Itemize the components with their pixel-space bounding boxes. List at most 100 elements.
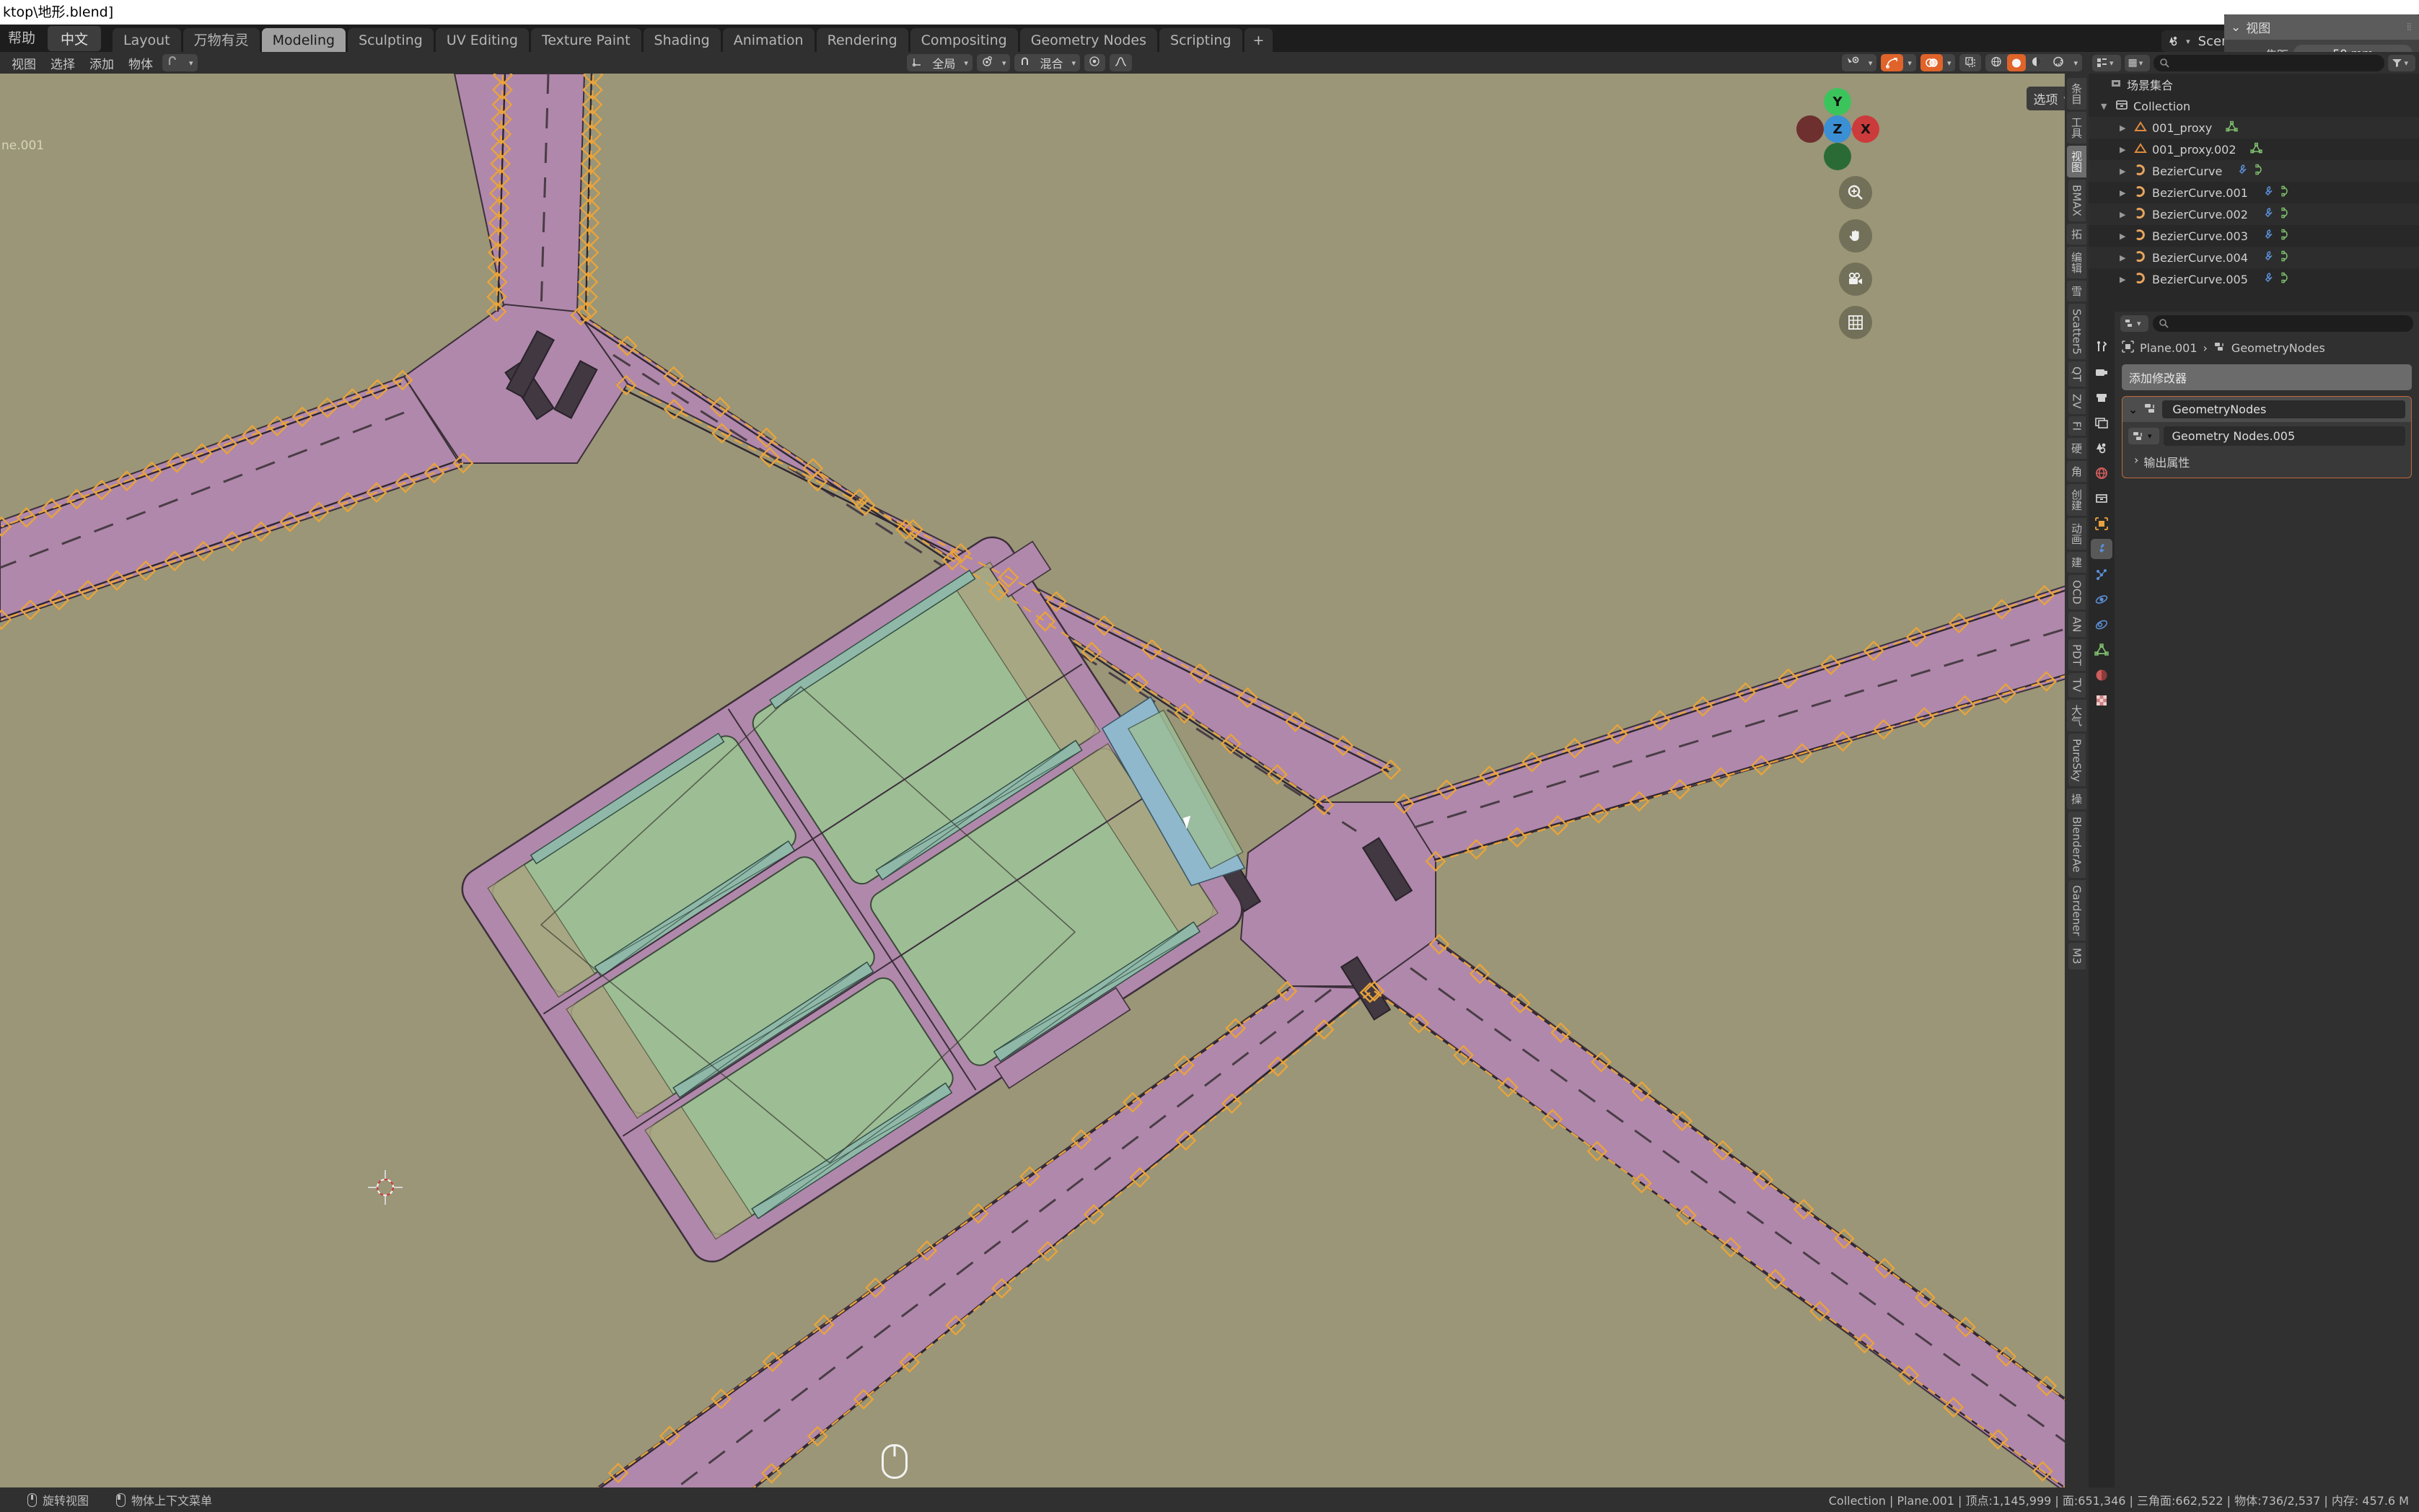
tab-geometry-nodes[interactable]: Geometry Nodes	[1019, 28, 1158, 52]
sidebar-tab-操[interactable]: 操	[2067, 788, 2086, 810]
sidebar-tab-拓[interactable]: 拓	[2067, 223, 2086, 245]
curve-data-icon[interactable]	[2254, 164, 2266, 178]
grid-icon[interactable]	[1839, 306, 1872, 339]
tab-animation[interactable]: Animation	[722, 28, 815, 52]
constraints-properties-tab[interactable]	[2091, 615, 2112, 635]
outliner-editor-type-button[interactable]: ▾	[2092, 54, 2121, 71]
sidebar-tab-大气[interactable]: 大气	[2067, 699, 2086, 731]
tab-layout[interactable]: Layout	[113, 28, 181, 52]
expand-toggle-icon[interactable]: ▼	[2101, 102, 2110, 111]
output-properties-tab[interactable]	[2091, 387, 2112, 408]
expand-toggle-icon[interactable]: ▶	[2120, 275, 2129, 284]
outliner-row-BezierCurve[interactable]: ▶ BezierCurve	[2089, 160, 2419, 182]
curve-data-icon[interactable]	[2280, 185, 2292, 200]
view-section-header[interactable]: ⌄ 视图 ⣿	[2224, 14, 2419, 40]
sidebar-tab-创建[interactable]: 创建	[2067, 484, 2086, 517]
mode-selector[interactable]: ▾	[162, 54, 198, 71]
expand-toggle-icon[interactable]: ▶	[2120, 167, 2129, 176]
sidebar-tab-BMAX[interactable]: BMAX	[2068, 180, 2086, 221]
properties-editor-type-button[interactable]: ▾	[2120, 315, 2148, 332]
modifier-collapse-chevron-icon[interactable]: ⌄	[2128, 403, 2138, 416]
sidebar-tab-条目[interactable]: 条目	[2067, 78, 2086, 110]
sidebar-tab-硬[interactable]: 硬	[2067, 438, 2086, 460]
particles-properties-tab[interactable]	[2091, 564, 2112, 584]
add-modifier-button[interactable]: 添加修改器	[2122, 364, 2412, 390]
outliner-scene-collection-row[interactable]: 场景集合	[2089, 74, 2419, 95]
world-properties-tab[interactable]	[2091, 463, 2112, 483]
sidebar-tab-编辑[interactable]: 编辑	[2067, 246, 2086, 278]
expand-toggle-icon[interactable]: ▶	[2120, 253, 2129, 263]
viewport-menu-add[interactable]: 添加	[82, 54, 121, 72]
scene-properties-tab[interactable]	[2091, 438, 2112, 458]
tab-shading[interactable]: Shading	[643, 28, 721, 52]
menu-help[interactable]: 帮助	[0, 27, 43, 49]
transform-orientation-selector[interactable]: 全局 ▾	[907, 54, 973, 71]
material-properties-tab[interactable]	[2091, 665, 2112, 685]
sidebar-tab-PureSky[interactable]: PureSky	[2068, 733, 2086, 787]
tab-rendering[interactable]: Rendering	[816, 28, 908, 52]
snapping-controls[interactable]: 混合 ▾	[1014, 54, 1081, 71]
navigation-gizmo[interactable]: Z X Y	[1796, 88, 1879, 171]
tab-wanwuyouling[interactable]: 万物有灵	[183, 28, 260, 52]
overlays-toggle[interactable]: ▾	[1920, 54, 1956, 71]
gizmo-toggle[interactable]: ▾	[1881, 54, 1916, 71]
expand-toggle-icon[interactable]: ▶	[2120, 232, 2129, 241]
curve-data-icon[interactable]	[2280, 207, 2292, 221]
sidebar-tab-FI[interactable]: FI	[2068, 416, 2086, 436]
sidebar-tab-视图[interactable]: 视图	[2067, 146, 2086, 177]
collection-properties-tab[interactable]	[2091, 488, 2112, 509]
expand-toggle-icon[interactable]: ▶	[2120, 188, 2129, 198]
modifier-header[interactable]: ⌄ GeometryNodes	[2122, 397, 2411, 422]
outliner-row-BezierCurve.005[interactable]: ▶ BezierCurve.005	[2089, 268, 2419, 290]
sidebar-tab-QT[interactable]: QT	[2068, 361, 2086, 387]
outliner-display-mode-button[interactable]: ▦ ▾	[2124, 54, 2151, 71]
outliner-row-BezierCurve.002[interactable]: ▶ BezierCurve.002	[2089, 203, 2419, 225]
properties-search-input[interactable]	[2152, 315, 2413, 332]
sidebar-tab-AN[interactable]: AN	[2068, 611, 2086, 638]
object-data-properties-tab[interactable]	[2091, 640, 2112, 660]
shading-mode-group[interactable]: ▾	[1985, 54, 2082, 71]
3d-viewport[interactable]: ne.001 选项 ▾ Z X Y	[0, 74, 2089, 1487]
mesh-data-icon[interactable]	[2249, 142, 2262, 157]
modifier-properties-tab[interactable]	[2091, 539, 2112, 559]
modifier-icon[interactable]	[2236, 164, 2248, 178]
gizmo-axis-z[interactable]: Z	[1824, 115, 1851, 143]
gizmo-axis-y[interactable]: Y	[1824, 88, 1851, 115]
gizmo-axis-neg-x[interactable]	[1796, 115, 1824, 143]
camera-icon[interactable]	[1839, 263, 1872, 296]
curve-data-icon[interactable]	[2280, 272, 2292, 286]
sidebar-tab-工具[interactable]: 工具	[2067, 112, 2086, 144]
node-group-browse-button[interactable]: ▾	[2128, 428, 2159, 444]
modifier-icon[interactable]	[2262, 229, 2274, 243]
sidebar-tab-OCD[interactable]: OCD	[2068, 575, 2086, 610]
outliner-filter-button[interactable]: ▾	[2388, 54, 2415, 71]
viewport-menu-select[interactable]: 选择	[43, 54, 82, 72]
outliner-row-001_proxy.002[interactable]: ▶ 001_proxy.002	[2089, 139, 2419, 160]
tab-modeling[interactable]: Modeling	[261, 28, 346, 52]
render-properties-tab[interactable]	[2091, 362, 2112, 382]
sidebar-tab-TV[interactable]: TV	[2068, 673, 2086, 698]
tab-sculpting[interactable]: Sculpting	[348, 28, 434, 52]
curve-data-icon[interactable]	[2280, 250, 2292, 265]
outliner-row-BezierCurve.003[interactable]: ▶ BezierCurve.003	[2089, 225, 2419, 247]
viewport-menu-object[interactable]: 物体	[121, 54, 160, 72]
xray-toggle[interactable]	[1959, 54, 1982, 71]
output-attributes-row[interactable]: › 输出属性	[2122, 450, 2411, 478]
pan-icon[interactable]	[1839, 219, 1872, 252]
sidebar-tab-动画[interactable]: 动画	[2067, 518, 2086, 550]
node-group-name-field[interactable]: Geometry Nodes.005	[2163, 426, 2405, 446]
modifier-icon[interactable]	[2262, 185, 2274, 200]
expand-toggle-icon[interactable]: ▶	[2120, 123, 2129, 133]
outliner-row-Collection[interactable]: ▼ Collection	[2089, 95, 2419, 117]
sidebar-tab-Scatter5[interactable]: Scatter5	[2068, 303, 2086, 360]
expand-toggle-icon[interactable]: ▶	[2120, 210, 2129, 219]
texture-properties-tab[interactable]	[2091, 690, 2112, 711]
modifier-icon[interactable]	[2262, 250, 2274, 265]
sidebar-tab-ZV[interactable]: ZV	[2068, 389, 2086, 414]
language-button[interactable]: 中文	[48, 25, 102, 51]
sidebar-tab-雪[interactable]: 雪	[2067, 280, 2086, 302]
outliner-row-BezierCurve.001[interactable]: ▶ BezierCurve.001	[2089, 182, 2419, 203]
outliner-row-BezierCurve.004[interactable]: ▶ BezierCurve.004	[2089, 247, 2419, 268]
outliner-row-001_proxy[interactable]: ▶ 001_proxy	[2089, 117, 2419, 139]
sidebar-tab-Gardener[interactable]: Gardener	[2068, 879, 2086, 941]
